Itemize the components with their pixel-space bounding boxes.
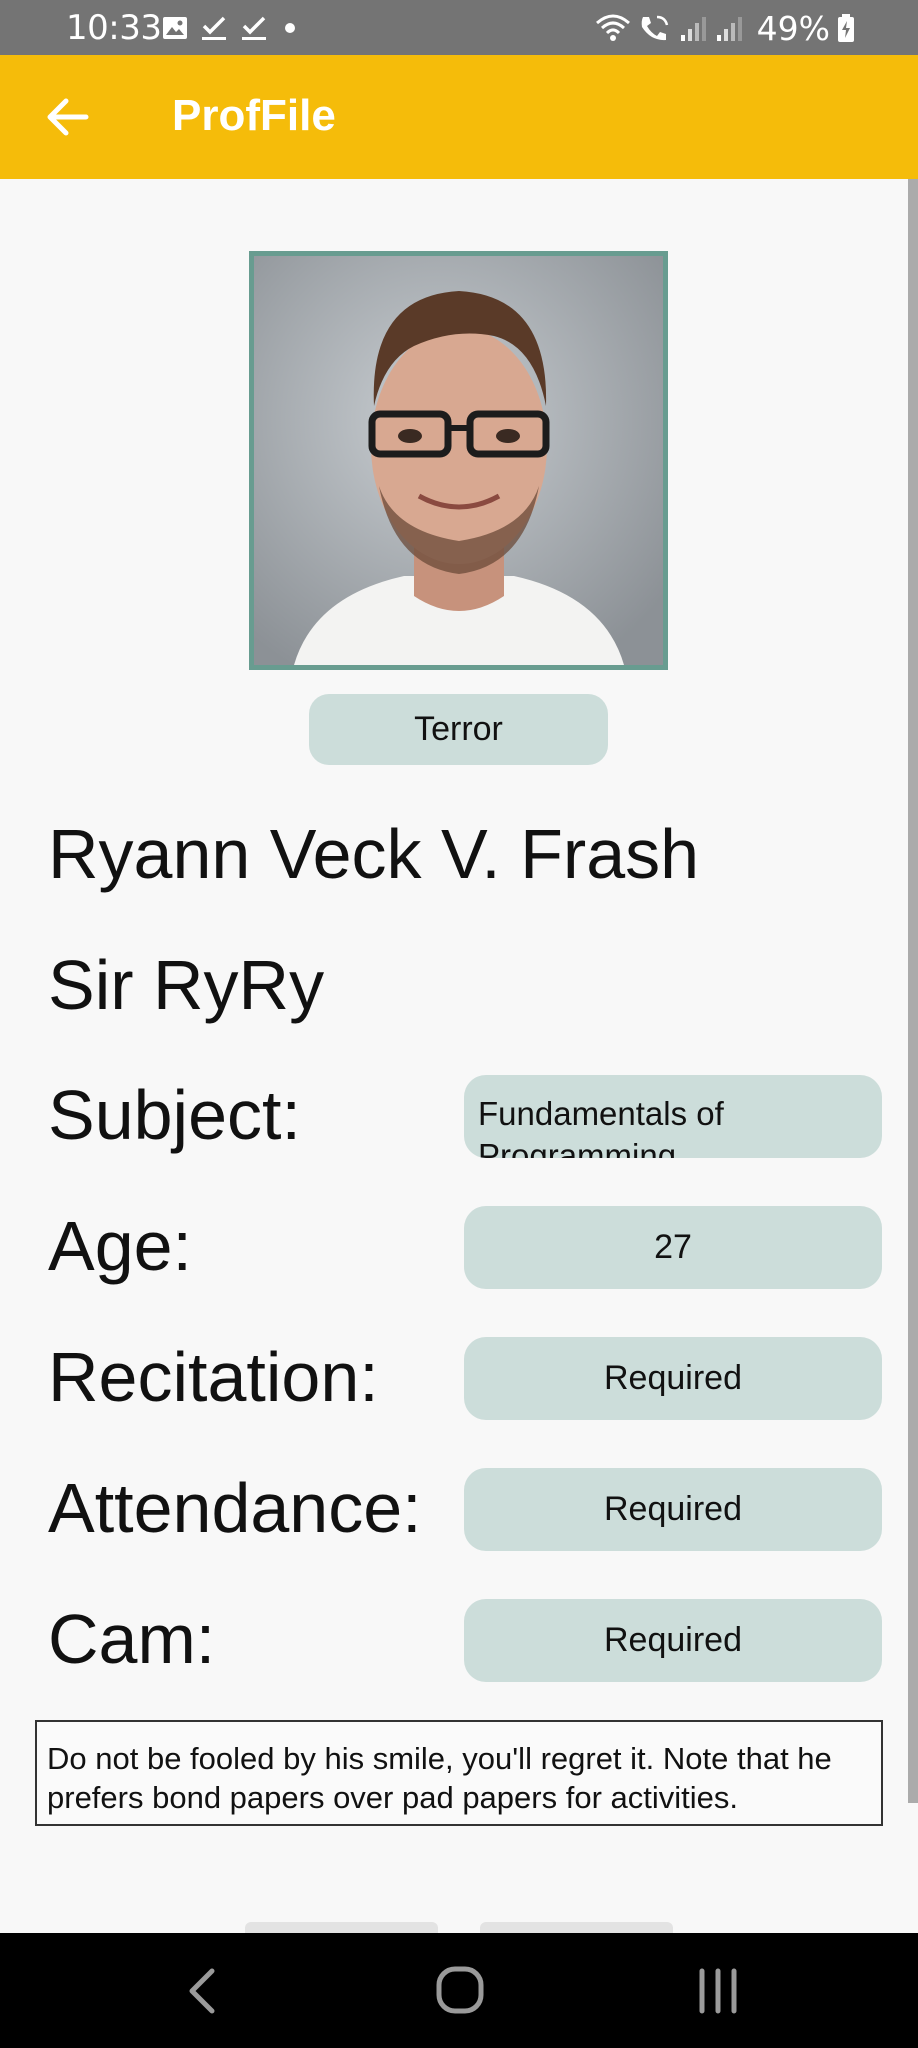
- arrow-left-icon: [47, 98, 89, 136]
- profile-photo-image: [254, 256, 663, 665]
- attendance-value[interactable]: Required: [464, 1468, 882, 1551]
- check-icon: [242, 16, 266, 40]
- notification-icons: [162, 12, 300, 44]
- recents-icon: [699, 1968, 737, 2014]
- gallery-icon: [163, 17, 187, 39]
- app-title: ProfFile: [172, 91, 336, 140]
- wifi-call-icon: [641, 15, 668, 41]
- nav-home-button[interactable]: [430, 1963, 490, 2019]
- subject-value[interactable]: Fundamentals of Programming: [464, 1075, 882, 1158]
- battery-icon: [838, 14, 854, 42]
- signal-icon: [680, 17, 706, 41]
- title-badge: Terror: [309, 694, 608, 765]
- status-time: 10:33: [66, 8, 162, 48]
- home-icon: [436, 1966, 484, 2014]
- system-icons: 49%: [595, 8, 856, 48]
- note-box[interactable]: Do not be fooled by his smile, you'll re…: [35, 1720, 883, 1826]
- subject-label: Subject:: [48, 1076, 301, 1154]
- profile-photo: [249, 251, 668, 670]
- professor-nickname: Sir RyRy: [48, 946, 325, 1024]
- check-icon: [202, 16, 226, 40]
- signal-icon: [716, 17, 742, 41]
- scrollbar[interactable]: [908, 179, 918, 1803]
- attendance-label: Attendance:: [48, 1469, 422, 1547]
- age-label: Age:: [48, 1207, 192, 1285]
- cam-value[interactable]: Required: [464, 1599, 882, 1682]
- cam-label: Cam:: [48, 1600, 216, 1678]
- app-bar: ProfFile: [0, 55, 918, 179]
- status-bar: 10:33 49%: [0, 0, 918, 55]
- navigation-bar: [0, 1933, 918, 2048]
- age-value[interactable]: 27: [464, 1206, 882, 1289]
- dot-icon: [285, 23, 295, 33]
- battery-percent: 49%: [756, 8, 830, 48]
- nav-recents-button[interactable]: [688, 1963, 748, 2019]
- wifi-icon: [595, 14, 630, 41]
- recitation-value[interactable]: Required: [464, 1337, 882, 1420]
- back-button[interactable]: [40, 89, 96, 145]
- recitation-label: Recitation:: [48, 1338, 379, 1416]
- back-icon: [189, 1968, 215, 2014]
- nav-back-button[interactable]: [174, 1963, 234, 2019]
- professor-name: Ryann Veck V. Frash: [48, 815, 700, 893]
